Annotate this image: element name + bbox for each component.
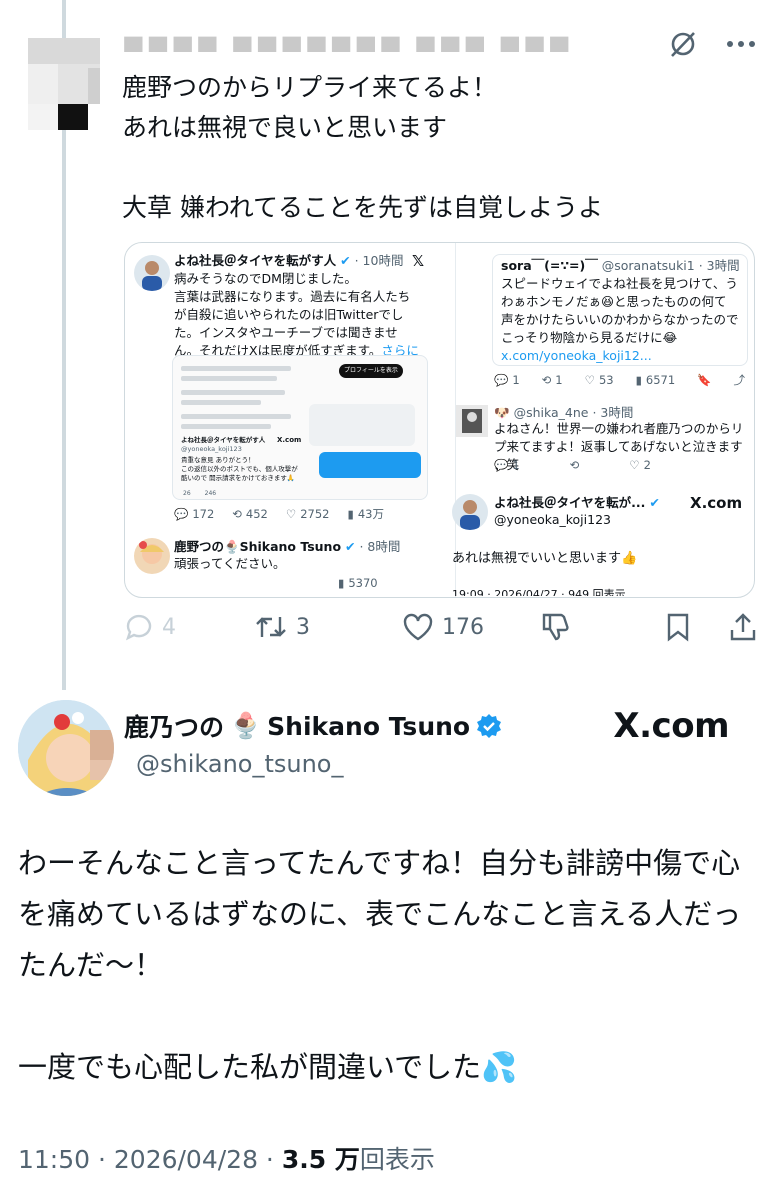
left-reply-header: 鹿野つの🍨Shikano Tsuno ✔ · 8時間 [174,538,400,556]
inner-shot-retweets: 26 [183,490,191,497]
reply-action-bar: 4 3 176 [124,612,764,642]
verified-icon: ✔ [345,539,356,554]
dog-emoji-icon: 🐶 [494,405,510,420]
sora-link[interactable]: x.com/yoneoka_koji12... [501,348,652,363]
view-count: 3.5 万 [281,1145,360,1174]
sora-name: sora￣(=∵=)￣ [501,258,598,273]
left-reply-time: · 8時間 [359,539,401,554]
reply-author-name[interactable]: ■■■■ ■■■■■■■ ■■■ ■■■ [122,30,602,52]
main-handle[interactable]: @shikano_tsuno_ [136,750,343,778]
inner-shot-likes: 246 [204,490,217,497]
shika-time: · 3時間 [592,405,634,420]
left-retweet-count: 452 [245,507,268,521]
sora-like-count: 53 [598,373,614,387]
left-reply-count: 172 [192,507,215,521]
inner-shot-handle: @yoneoka_koji123 [181,445,242,453]
verified-icon: ✔ [649,495,660,510]
left-reply-name: 鹿野つの🍨Shikano Tsuno [174,539,342,554]
main-author-name[interactable]: 鹿乃つの 🍨 Shikano Tsuno [124,708,502,744]
left-tweet-stats: 💬 172 ⟲ 452 ♡ 2752 ▮ 43万 [174,506,384,522]
like-icon [403,613,433,641]
main-name-en: Shikano Tsuno [267,711,471,741]
like-button[interactable]: 176 [402,613,540,641]
sora-views-count: 6571 [645,373,676,387]
bookmark-icon [667,613,689,642]
left-reply-views: ▮ 5370 [338,576,378,590]
left-like-stat[interactable]: ♡ 2752 [286,507,330,521]
yone-right-name: よね社長＠タイヤを転が... [494,495,646,510]
yone-right-site: X.com [690,494,743,512]
sora-reply-count: 1 [512,373,520,387]
left-views-count: 43万 [357,507,384,521]
tweet-meta: 11:50 · 2026/04/28 · 3.5 万回表示 [18,1140,435,1176]
verified-icon: ✔ [340,253,351,268]
yone-right-text: あれは無視でいいと思います👍 [452,551,638,566]
inner-shot-stats: 26 246 [183,490,216,497]
ice-cream-emoji-icon: 🍨 [230,711,262,740]
like-count: 176 [442,614,484,640]
bookmark-icon[interactable]: 🔖 [697,373,711,387]
inner-shot-name: よね社長＠タイヤを転がす人 [181,436,266,444]
left-tweet-body: 病みそうなのでDM閉じました。 言葉は武器になります。過去に有名人たちが自殺に追… [174,271,411,358]
more-options-icon[interactable] [725,28,757,60]
shika-handle: @shika_4ne [513,405,589,420]
reply-button[interactable]: 4 [124,613,254,641]
left-retweet-stat[interactable]: ⟲ 452 [232,507,268,521]
sora-time: · 3時間 [698,258,740,273]
sora-stats: 💬 1 ⟲ 1 ♡ 53 ▮ 6571 🔖 ⤴ [494,372,746,388]
left-tweet-name: よね社長＠タイヤを転がす人 [174,253,337,268]
bookmark-button[interactable] [666,612,728,642]
verified-badge-icon [477,714,502,738]
retweet-button[interactable]: 3 [254,613,402,641]
dm-screenshot: プロフィールを表示 よね社長＠タイヤを転がす人 @yoneoka_koji123… [172,355,428,500]
left-views-stat[interactable]: ▮ 43万 [347,506,383,522]
shika-like-count: 2 [643,458,651,472]
tsuno-avatar-small [134,538,170,574]
yone-avatar [134,255,170,291]
dislike-button[interactable] [540,612,666,642]
dm-profile-button: プロフィールを表示 [339,364,403,378]
left-tweet-time: · 10時間 [354,253,404,268]
dislike-icon [542,613,569,641]
retweet-icon [256,617,286,637]
yone-right-meta: 19:09 · 2026/04/27 · 949 回表示 [452,588,626,596]
yone-right-handle: @yoneoka_koji123 [494,512,611,527]
sora-retweet-count: 1 [555,373,563,387]
grok-icon[interactable] [667,28,699,60]
shika-avatar [456,405,488,437]
reply-count: 4 [162,614,176,640]
shika-stats: 💬 1 ⟲ ♡ 2 [494,458,651,472]
view-count-label: 回表示 [359,1145,435,1174]
yone-avatar-right [452,494,488,530]
reply-text: 鹿野つのからリプライ来てるよ！ あれは無視で良いと思います 大草 嫌われてること… [122,73,603,222]
main-name-jp: 鹿乃つの [124,713,225,742]
top-actions [667,28,757,60]
inner-shot-site: X.com [277,436,302,444]
yone-right-header: よね社長＠タイヤを転が... ✔ [494,494,660,512]
shika-reply-count: 1 [512,458,520,472]
share-icon [730,613,756,641]
left-like-count: 2752 [300,507,330,521]
sora-text: スピードウェイでよね社長を見つけて、うわぁホンモノだぁ😆と思ったものの何て声をか… [501,276,739,345]
sora-handle: @soranatsuki1 [601,258,695,273]
left-reply-stat[interactable]: 💬 172 [174,507,214,521]
inner-shot-text: 貴重な意見 ありがとう！ この返信以外のポストでも、個人攻撃が酷いので 開示請求… [181,456,298,482]
reply-icon [125,614,152,641]
left-tweet-header: よね社長＠タイヤを転がす人 ✔ · 10時間 [174,252,403,270]
x-com-watermark: X.com [613,706,729,746]
left-reply-views-count: 5370 [348,576,378,590]
main-avatar[interactable] [18,700,114,796]
left-reply-text: 頑張ってください。 [174,556,286,571]
retweet-count: 3 [296,614,310,640]
tweet-timestamp[interactable]: 11:50 · 2026/04/28 · [18,1145,282,1174]
right-quote-card: sora￣(=∵=)￣ @soranatsuki1 · 3時間 スピードウェイで… [492,254,748,366]
main-tweet-text: わーそんなこと言ってたんですね！自分も誹謗中傷で心を痛めているはずなのに、表でこ… [18,846,742,1084]
x-logo-small: 𝕏 [412,252,425,270]
share-button[interactable] [728,612,758,642]
avatar-pixelated[interactable] [28,38,100,130]
share-icon[interactable]: ⤴ [734,372,746,388]
